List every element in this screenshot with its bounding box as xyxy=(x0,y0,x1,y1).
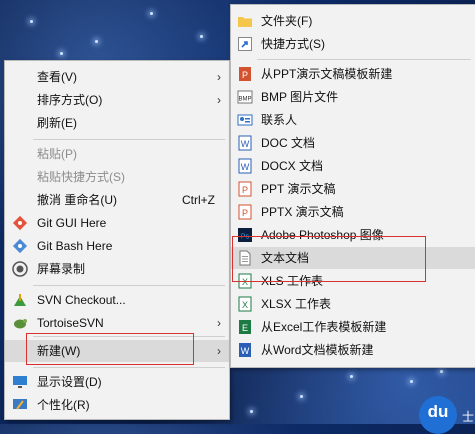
svg-text:W: W xyxy=(241,346,250,356)
submenu-item-xlsx[interactable]: X XLSX 工作表 xyxy=(231,293,475,315)
desktop-context-menu: 查看(V) › 排序方式(O) › 刷新(E) 粘贴(P) 粘贴快捷方式(S) … xyxy=(4,60,230,420)
menu-separator xyxy=(33,139,225,140)
ppt-file-icon: P xyxy=(238,181,252,197)
pptx-file-icon: P xyxy=(238,204,252,220)
display-icon xyxy=(13,376,27,388)
svg-text:P: P xyxy=(242,208,248,218)
svg-text:P: P xyxy=(242,70,248,80)
menu-item-paste-shortcut[interactable]: 粘贴快捷方式(S) xyxy=(5,166,229,188)
menu-item-refresh[interactable]: 刷新(E) xyxy=(5,112,229,134)
new-submenu: 文件夹(F) 快捷方式(S) P 从PPT演示文稿模板新建 BMP BMP 图片… xyxy=(230,4,475,368)
menu-item-svn-checkout[interactable]: SVN Checkout... xyxy=(5,289,229,311)
contact-card-icon xyxy=(237,114,253,126)
personalize-icon xyxy=(13,399,27,410)
svg-text:X: X xyxy=(242,300,248,310)
menu-item-undo-rename[interactable]: 撤消 重命名(U) Ctrl+Z xyxy=(5,189,229,211)
doc-file-icon: W xyxy=(238,135,252,151)
git-bash-icon xyxy=(12,238,28,254)
annotation-box-new xyxy=(26,333,194,365)
menu-item-git-gui[interactable]: Git GUI Here xyxy=(5,212,229,234)
shortcut-icon xyxy=(238,37,252,51)
chevron-right-icon: › xyxy=(217,344,221,358)
submenu-item-excel-template[interactable]: E 从Excel工作表模板新建 xyxy=(231,316,475,338)
chevron-right-icon: › xyxy=(217,316,221,330)
submenu-item-shortcut[interactable]: 快捷方式(S) xyxy=(231,33,475,55)
folder-icon xyxy=(238,17,252,27)
submenu-item-contact[interactable]: 联系人 xyxy=(231,109,475,131)
submenu-item-docx[interactable]: W DOCX 文档 xyxy=(231,155,475,177)
submenu-item-word-template[interactable]: W 从Word文档模板新建 xyxy=(231,339,475,361)
menu-separator xyxy=(33,285,225,286)
menu-item-view[interactable]: 查看(V) › xyxy=(5,66,229,88)
submenu-item-pptx[interactable]: P PPTX 演示文稿 xyxy=(231,201,475,223)
tortoisesvn-icon xyxy=(14,319,27,329)
ppt-template-icon: P xyxy=(239,67,251,81)
submenu-item-bmp[interactable]: BMP BMP 图片文件 xyxy=(231,86,475,108)
svg-text:BMP: BMP xyxy=(238,97,251,103)
excel-template-icon: E xyxy=(239,320,251,334)
chevron-right-icon: › xyxy=(217,93,221,107)
submenu-item-ppt[interactable]: P PPT 演示文稿 xyxy=(231,178,475,200)
menu-item-tortoisesvn[interactable]: TortoiseSVN › xyxy=(5,312,229,334)
submenu-item-ppt-template[interactable]: P 从PPT演示文稿模板新建 xyxy=(231,63,475,85)
annotation-box-text-document xyxy=(232,236,426,282)
git-gui-icon xyxy=(12,215,28,231)
xlsx-file-icon: X xyxy=(238,296,252,312)
bmp-image-icon: BMP xyxy=(237,90,253,104)
svg-text:E: E xyxy=(242,323,248,333)
menu-item-git-bash[interactable]: Git Bash Here xyxy=(5,235,229,257)
menu-item-paste[interactable]: 粘贴(P) xyxy=(5,143,229,165)
chevron-right-icon: › xyxy=(217,70,221,84)
menu-item-screen-record[interactable]: 屏幕录制 xyxy=(5,258,229,280)
docx-file-icon: W xyxy=(238,158,252,174)
word-template-icon: W xyxy=(239,343,251,357)
svg-text:P: P xyxy=(242,185,248,195)
baidu-logo: du xyxy=(419,396,457,434)
menu-item-sort-by[interactable]: 排序方式(O) › xyxy=(5,89,229,111)
menu-separator xyxy=(257,59,471,60)
submenu-item-folder[interactable]: 文件夹(F) xyxy=(231,10,475,32)
menu-item-personalize[interactable]: 个性化(R) xyxy=(5,394,229,416)
menu-item-display-settings[interactable]: 显示设置(D) xyxy=(5,371,229,393)
svn-checkout-icon xyxy=(14,294,26,306)
submenu-item-doc[interactable]: W DOC 文档 xyxy=(231,132,475,154)
svg-text:W: W xyxy=(241,139,250,149)
shortcut-label: Ctrl+Z xyxy=(182,193,215,207)
svg-text:W: W xyxy=(241,162,250,172)
logo-tail-text: 士 xyxy=(462,410,475,424)
menu-separator xyxy=(33,367,225,368)
record-icon xyxy=(12,261,28,277)
